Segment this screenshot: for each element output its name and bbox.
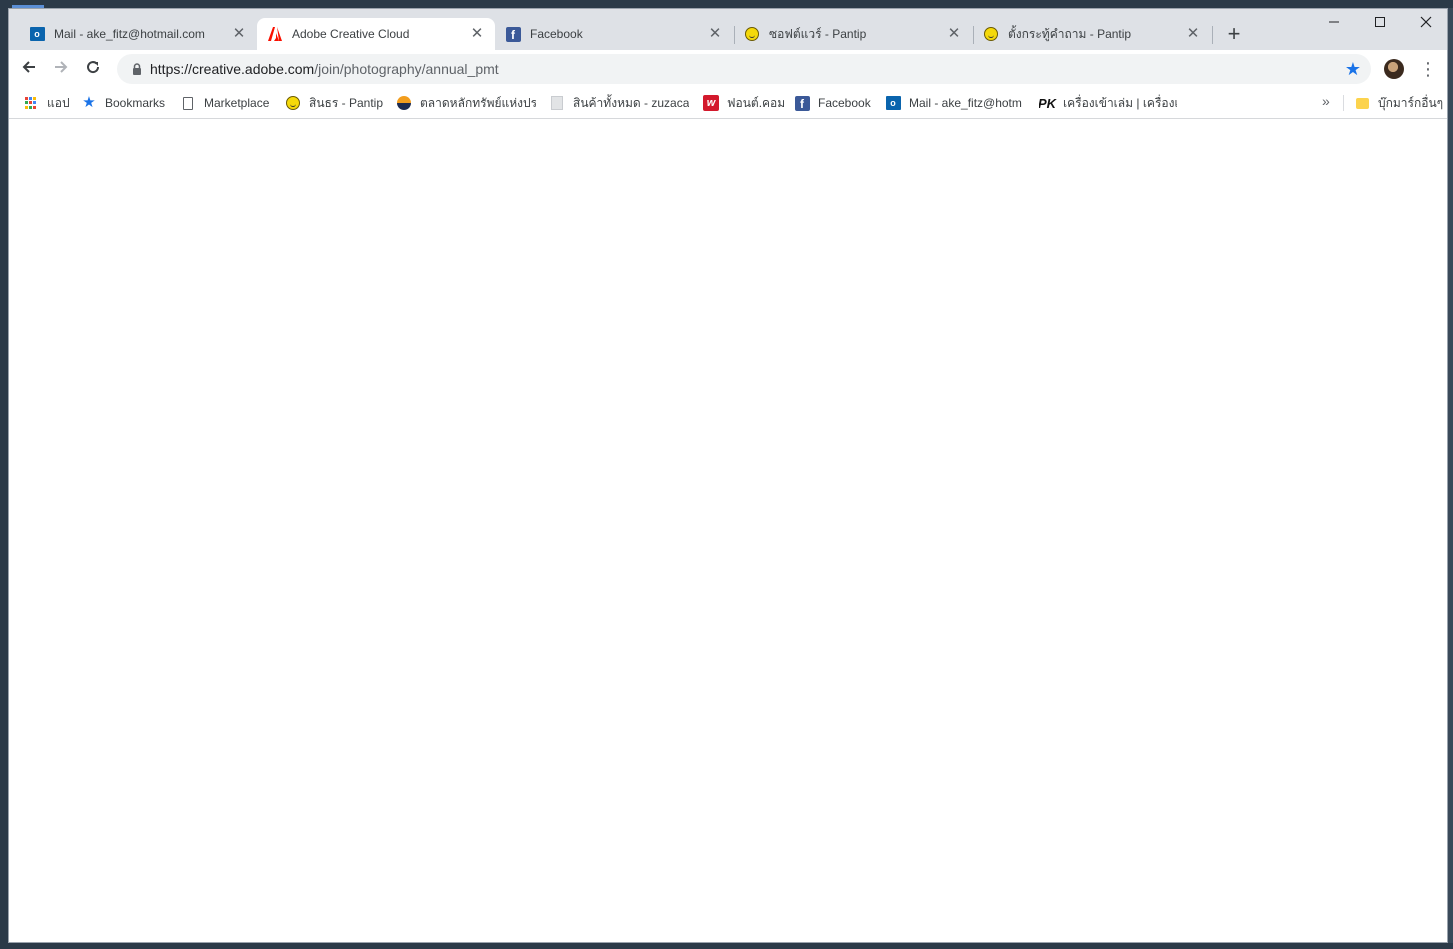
tab-facebook[interactable]: f Facebook ✕ bbox=[495, 18, 733, 50]
bookmark-label: สินธร - Pantip bbox=[309, 95, 383, 110]
browser-menu-button[interactable]: ⋮ bbox=[1419, 58, 1437, 80]
bookmark-label: ฟอนต์.คอม bbox=[727, 95, 785, 110]
set-icon bbox=[396, 95, 412, 111]
bookmark-label: แอป bbox=[47, 95, 70, 110]
bookmark-star-icon[interactable]: ★ bbox=[1345, 59, 1361, 79]
tab-pantip-software[interactable]: ซอฟต์แวร์ - Pantip ✕ bbox=[734, 18, 972, 50]
star-icon: ★ bbox=[82, 94, 96, 111]
url-host: https://creative.adobe.com bbox=[150, 61, 315, 77]
tab-title: Mail - ake_fitz@hotmail.com bbox=[54, 27, 205, 41]
close-window-button[interactable] bbox=[1403, 13, 1447, 33]
maximize-icon bbox=[1375, 17, 1385, 27]
pantip-icon bbox=[744, 26, 760, 42]
bookmark-zuzacar[interactable]: สินค้าทั้งหมด - zuzacar bbox=[549, 94, 689, 112]
bookmark-label: Mail - ake_fitz@hotm bbox=[909, 96, 1022, 110]
tab-title: ซอฟต์แวร์ - Pantip bbox=[769, 26, 867, 41]
bookmark-label: Marketplace bbox=[204, 96, 270, 110]
tab-mail[interactable]: o Mail - ake_fitz@hotmail.com ✕ bbox=[19, 18, 257, 50]
tab-title: Adobe Creative Cloud bbox=[292, 27, 410, 41]
facebook-icon: f bbox=[505, 26, 521, 42]
bookmark-label: เครื่องเข้าเล่ม | เครื่องเคลื bbox=[1063, 95, 1177, 110]
page-icon bbox=[180, 95, 196, 111]
bookmark-label: ตลาดหลักทรัพย์แห่งประเ bbox=[420, 95, 536, 110]
close-icon[interactable]: ✕ bbox=[707, 26, 723, 42]
toolbar: https://creative.adobe.com/join/photogra… bbox=[9, 50, 1447, 88]
close-icon[interactable]: ✕ bbox=[469, 26, 485, 42]
folder-icon bbox=[1354, 95, 1370, 111]
bookmark-marketplace[interactable]: Marketplace bbox=[180, 94, 280, 112]
minimize-icon bbox=[1329, 21, 1339, 23]
bookmark-label: บุ๊กมาร์กอื่นๆ bbox=[1378, 95, 1444, 110]
back-arrow-icon bbox=[22, 61, 35, 73]
outlook-icon: o bbox=[29, 26, 45, 42]
url-text: https://creative.adobe.com/join/photogra… bbox=[150, 61, 499, 77]
bookmark-label: สินค้าทั้งหมด - zuzacar bbox=[573, 95, 689, 110]
pk-icon: PK bbox=[1039, 95, 1057, 111]
back-button[interactable] bbox=[16, 57, 42, 81]
zuza-icon bbox=[549, 95, 565, 111]
maximize-button[interactable] bbox=[1357, 13, 1403, 33]
lock-icon bbox=[133, 63, 141, 75]
tab-title: Facebook bbox=[530, 27, 583, 41]
bookmarks-separator bbox=[1343, 95, 1344, 111]
desktop-background-bottom bbox=[0, 943, 1453, 949]
bookmarks-bar: แอป ★ Bookmarks Marketplace สินธร - Pant… bbox=[9, 88, 1447, 119]
bookmarks-overflow-button[interactable]: » bbox=[1322, 93, 1330, 109]
minimize-button[interactable] bbox=[1311, 13, 1357, 33]
address-bar[interactable]: https://creative.adobe.com/join/photogra… bbox=[117, 54, 1371, 84]
tab-title: ตั้งกระทู้คำถาม - Pantip bbox=[1008, 26, 1132, 41]
bookmark-facebook[interactable]: f Facebook bbox=[794, 94, 874, 112]
pantip-icon bbox=[285, 95, 301, 111]
bookmark-bookmarks[interactable]: ★ Bookmarks bbox=[81, 94, 181, 112]
forward-button[interactable] bbox=[48, 57, 74, 81]
desktop-background-left bbox=[0, 0, 8, 949]
tab-pantip-new-topic[interactable]: ตั้งกระทู้คำถาม - Pantip ✕ bbox=[973, 18, 1211, 50]
pantip-icon bbox=[983, 26, 999, 42]
bookmark-set[interactable]: ตลาดหลักทรัพย์แห่งประเ bbox=[396, 94, 536, 112]
bookmark-pk[interactable]: PK เครื่องเข้าเล่ม | เครื่องเคลื bbox=[1039, 94, 1177, 112]
close-icon[interactable]: ✕ bbox=[231, 26, 247, 42]
adobe-icon bbox=[267, 26, 283, 42]
apps-icon bbox=[23, 95, 39, 111]
profile-avatar[interactable] bbox=[1384, 59, 1404, 79]
outlook-icon: o bbox=[885, 95, 901, 111]
fontcom-icon: w bbox=[703, 95, 719, 111]
other-bookmarks[interactable]: บุ๊กมาร์กอื่นๆ bbox=[1354, 94, 1447, 112]
facebook-icon: f bbox=[794, 95, 810, 111]
close-icon bbox=[1420, 16, 1432, 28]
bookmark-label: Facebook bbox=[818, 96, 871, 110]
reload-icon bbox=[87, 61, 100, 74]
close-icon[interactable]: ✕ bbox=[1185, 26, 1201, 42]
page-content bbox=[9, 119, 1447, 942]
bookmark-pantip[interactable]: สินธร - Pantip bbox=[285, 94, 391, 112]
close-icon[interactable]: ✕ bbox=[946, 26, 962, 42]
tab-separator bbox=[1212, 26, 1213, 44]
desktop-background-top bbox=[0, 0, 1453, 8]
new-tab-button[interactable]: + bbox=[1222, 23, 1246, 47]
bookmark-label: Bookmarks bbox=[105, 96, 166, 110]
tab-adobe-creative-cloud[interactable]: Adobe Creative Cloud ✕ bbox=[257, 18, 495, 50]
reload-button[interactable] bbox=[80, 57, 106, 81]
url-path: /join/photography/annual_pmt bbox=[314, 61, 499, 77]
browser-window: o Mail - ake_fitz@hotmail.com ✕ Adobe Cr… bbox=[8, 8, 1448, 943]
bookmark-apps[interactable]: แอป bbox=[23, 94, 75, 112]
tab-strip: o Mail - ake_fitz@hotmail.com ✕ Adobe Cr… bbox=[9, 9, 1447, 50]
forward-arrow-icon bbox=[55, 61, 68, 73]
bookmark-mail[interactable]: o Mail - ake_fitz@hotm bbox=[885, 94, 1023, 112]
bookmark-fontcom[interactable]: w ฟอนต์.คอม bbox=[703, 94, 785, 112]
